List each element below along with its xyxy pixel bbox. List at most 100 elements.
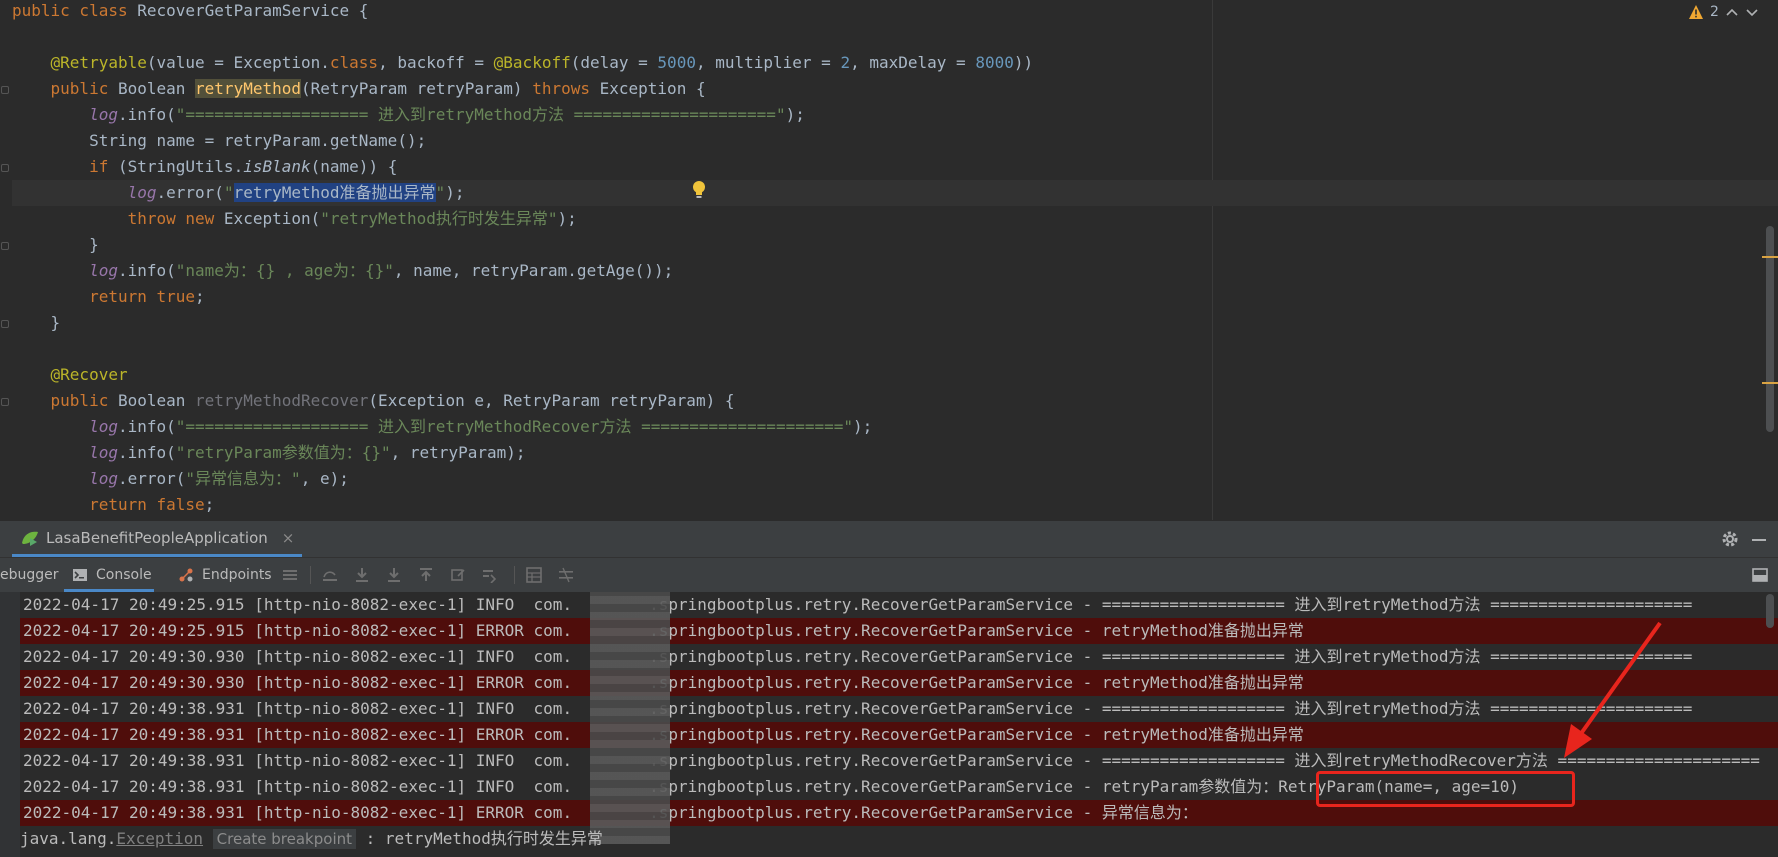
code-editor[interactable]: public class RecoverGetParamService { @R… [0, 0, 1778, 520]
code-line[interactable]: if (StringUtils.isBlank(name)) { [12, 154, 397, 180]
code-line[interactable]: public class RecoverGetParamService { [12, 0, 368, 24]
editor-gutter [0, 0, 12, 520]
show-execution-point-icon[interactable] [322, 567, 338, 583]
fold-marker[interactable] [1, 320, 9, 328]
fold-marker[interactable] [1, 398, 9, 406]
fold-marker[interactable] [1, 86, 9, 94]
code-token: @Recover [50, 365, 128, 384]
chevron-up-icon[interactable] [1725, 5, 1739, 19]
create-breakpoint-hint[interactable]: Create breakpoint [212, 829, 357, 849]
menu-icon[interactable] [282, 567, 298, 583]
code-token: throws [532, 79, 600, 98]
console-output[interactable]: 2022-04-17 20:49:25.915 [http-nio-8082-e… [0, 592, 1778, 857]
log-line-error[interactable]: 2022-04-17 20:49:30.930 [http-nio-8082-e… [20, 670, 1778, 696]
code-token: (Exception e, RetryParam retryParam) { [368, 391, 735, 410]
log-line-info[interactable]: 2022-04-17 20:49:25.915 [http-nio-8082-e… [20, 592, 1778, 618]
log-line-info[interactable]: 2022-04-17 20:49:30.930 [http-nio-8082-e… [20, 644, 1778, 670]
exception-class-link[interactable]: Exception [116, 829, 203, 848]
code-line[interactable]: String name = retryParam.getName(); [12, 128, 426, 154]
evaluate-expression-icon[interactable] [526, 567, 542, 583]
inspection-widget[interactable]: 2 [1688, 2, 1759, 22]
warning-icon [1689, 5, 1703, 19]
code-token: (RetryParam retryParam) [301, 79, 533, 98]
code-token: .info( [117, 417, 176, 436]
exception-prefix: java.lang. [20, 829, 117, 848]
code-line[interactable]: throw new Exception("retryMethod执行时发生异常"… [12, 206, 577, 232]
code-line[interactable]: log.error("异常信息为：", e); [12, 466, 349, 492]
fold-marker[interactable] [1, 242, 9, 250]
tab-endpoints[interactable]: Endpoints [176, 558, 286, 592]
log-line-text: 2022-04-17 20:49:38.931 [http-nio-8082-e… [23, 777, 1520, 796]
code-line[interactable]: public Boolean retryMethodRecover(Except… [12, 388, 735, 414]
code-token: log [89, 261, 118, 280]
code-token: "name为：{} , age为：{}" [175, 261, 394, 280]
code-token: "retryParam参数值为：{}" [175, 443, 391, 462]
run-to-cursor-icon[interactable] [482, 567, 498, 583]
code-token: 8000 [975, 53, 1014, 72]
code-token: Boolean [117, 391, 196, 410]
step-into-icon[interactable] [386, 567, 402, 583]
tab-debugger[interactable]: ebugger [0, 558, 59, 592]
code-line[interactable]: log.info("=================== 进入到retryMe… [12, 414, 872, 440]
code-token: ; [195, 287, 205, 306]
scroll-warning-mark[interactable] [1762, 382, 1778, 384]
code-token: ); [853, 417, 873, 436]
log-line-error[interactable]: 2022-04-17 20:49:38.931 [http-nio-8082-e… [20, 722, 1778, 748]
log-line-info[interactable]: 2022-04-17 20:49:38.931 [http-nio-8082-e… [20, 696, 1778, 722]
fold-marker[interactable] [1, 164, 9, 172]
code-token: RecoverGetParamService { [137, 1, 369, 20]
log-line-text: 2022-04-17 20:49:25.915 [http-nio-8082-e… [23, 595, 1693, 614]
code-line[interactable]: public Boolean retryMethod(RetryParam re… [12, 76, 706, 102]
tab-console-label: Console [96, 567, 152, 583]
run-toolbar: ebugger Console Endpoints [0, 557, 1778, 592]
toolbar-separator [310, 566, 311, 584]
code-line[interactable]: log.error("retryMethod准备抛出异常"); [12, 180, 1778, 206]
minimize-icon[interactable] [1752, 539, 1766, 541]
step-over-icon[interactable] [354, 567, 370, 583]
code-token: , name, retryParam.getAge()); [393, 261, 674, 280]
code-line[interactable]: } [12, 232, 99, 258]
log-line-text: 2022-04-17 20:49:30.930 [http-nio-8082-e… [23, 647, 1693, 666]
log-line-error[interactable]: 2022-04-17 20:49:25.915 [http-nio-8082-e… [20, 618, 1778, 644]
code-token: ); [785, 105, 805, 124]
code-line[interactable]: return false; [12, 492, 214, 518]
drop-frame-icon[interactable] [450, 567, 466, 583]
layout-icon[interactable] [1752, 567, 1768, 583]
code-token: log [89, 417, 118, 436]
code-token: .info( [117, 261, 176, 280]
code-line[interactable]: @Retryable(value = Exception.class, back… [12, 50, 1034, 76]
intention-bulb-icon[interactable] [692, 180, 706, 200]
tab-console[interactable]: Console [64, 558, 154, 592]
code-token: Exception( [223, 209, 321, 228]
code-line[interactable]: log.info("retryParam参数值为：{}", retryParam… [12, 440, 525, 466]
log-line-text: 2022-04-17 20:49:38.931 [http-nio-8082-e… [23, 699, 1693, 718]
trace-icon[interactable] [558, 567, 574, 583]
code-token: "异常信息为：" [185, 469, 301, 488]
code-token: "retryMethod执行时发生异常" [320, 209, 558, 228]
run-config-tab[interactable]: LasaBenefitPeopleApplication × [12, 521, 303, 557]
code-token: , multiplier = [695, 53, 841, 72]
code-line[interactable]: @Recover [12, 362, 128, 388]
scroll-warning-mark[interactable] [1762, 256, 1778, 258]
code-line[interactable]: return true; [12, 284, 205, 310]
close-icon[interactable]: × [282, 529, 295, 547]
code-token: log [127, 183, 157, 202]
chevron-down-icon[interactable] [1745, 5, 1759, 19]
code-token: )) [1013, 53, 1034, 72]
code-token: (name)) { [310, 157, 398, 176]
code-line[interactable]: log.info("name为：{} , age为：{}", name, ret… [12, 258, 673, 284]
gear-icon[interactable] [1720, 529, 1740, 549]
step-out-icon[interactable] [418, 567, 434, 583]
code-line[interactable]: log.info("=================== 进入到retryMe… [12, 102, 805, 128]
console-scrollbar[interactable] [1766, 594, 1774, 628]
run-tool-window-header: LasaBenefitPeopleApplication × [0, 520, 1778, 557]
code-line[interactable]: } [12, 310, 61, 336]
